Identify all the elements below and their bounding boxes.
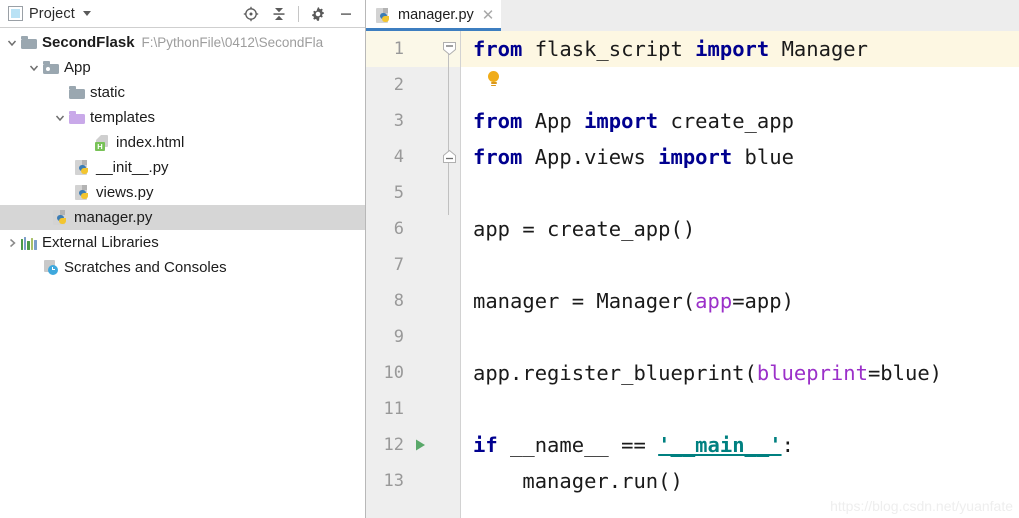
chevron-down-icon[interactable]: [52, 110, 68, 126]
watermark: https://blog.csdn.net/yuanfate: [830, 498, 1013, 514]
close-icon[interactable]: ✕: [482, 8, 495, 23]
project-tool-window: Project SecondFlask F:\PythonFile\0412\S…: [0, 0, 366, 518]
tree-item-label: index.html: [116, 134, 185, 151]
editor-tabs-bar: manager.py ✕: [366, 0, 1019, 31]
tree-row-selected[interactable]: manager.py: [0, 205, 365, 230]
tree-row[interactable]: External Libraries: [0, 230, 365, 255]
fold-marker-icon[interactable]: [442, 41, 457, 56]
locate-icon[interactable]: [238, 2, 264, 26]
line-number: 12: [383, 435, 404, 455]
code-line-13: manager.run(): [473, 469, 683, 493]
line-number: 11: [383, 399, 404, 419]
code-line-12: if __name__ == '__main__':: [473, 433, 794, 457]
tree-item-label: __init__.py: [96, 159, 169, 176]
line-number: 10: [383, 363, 404, 383]
tree-item-label: static: [90, 84, 126, 101]
chevron-right-icon[interactable]: [4, 235, 20, 251]
tree-row[interactable]: Scratches and Consoles: [0, 255, 365, 280]
code-line-8: manager = Manager(app=app): [473, 289, 794, 313]
project-icon: [8, 6, 23, 21]
tree-row[interactable]: static: [0, 80, 365, 105]
python-file-icon: [74, 159, 91, 176]
code-line-1: from flask_script import Manager: [473, 37, 868, 61]
line-number: 9: [393, 327, 404, 347]
toolbar-separator: [298, 5, 299, 22]
chevron-down-icon[interactable]: [82, 11, 91, 16]
intention-bulb-icon[interactable]: [486, 71, 501, 88]
tree-item-label: manager.py: [74, 209, 153, 226]
line-number: 2: [393, 75, 404, 95]
line-number: 13: [383, 471, 404, 491]
line-number: 3: [393, 111, 404, 131]
chevron-down-icon[interactable]: [26, 60, 42, 76]
chevron-down-icon[interactable]: [4, 35, 20, 51]
editor-area: manager.py ✕ 1 2 3 4 5 6 7 8 9 10 11 12 …: [366, 0, 1019, 518]
external-libraries-icon: [20, 235, 37, 251]
line-number: 7: [393, 255, 404, 275]
line-number: 8: [393, 291, 404, 311]
tree-item-label: App: [64, 59, 91, 76]
tree-item-label: External Libraries: [42, 234, 159, 251]
tree-item-label: templates: [90, 109, 156, 126]
run-arrow-icon[interactable]: [412, 427, 430, 463]
fold-marker-icon[interactable]: [442, 149, 457, 164]
fold-gutter[interactable]: [438, 31, 460, 518]
line-number: 5: [393, 183, 404, 203]
python-file-icon: [74, 184, 91, 201]
code-line-4: from App.views import blue: [473, 145, 794, 169]
tab-label: manager.py: [398, 7, 474, 24]
tree-item-label: SecondFlask: [42, 34, 135, 51]
project-panel-title: Project: [29, 5, 75, 22]
folder-source-root-icon: [42, 60, 59, 76]
project-panel-title-group[interactable]: Project: [8, 6, 91, 22]
tab-manager-py[interactable]: manager.py ✕: [366, 0, 502, 31]
python-file-icon: [52, 209, 69, 226]
fold-connector-line: [448, 175, 449, 215]
folder-gray-icon: [68, 85, 85, 101]
project-panel-toolbar: [238, 2, 359, 26]
folder-gray-icon: [20, 35, 37, 51]
tree-row[interactable]: H index.html: [0, 130, 365, 155]
python-file-icon: [375, 7, 392, 24]
collapse-all-icon[interactable]: [266, 2, 292, 26]
code-editor[interactable]: 1 2 3 4 5 6 7 8 9 10 11 12 13 from flask…: [366, 31, 1019, 518]
code-line-3: from App import create_app: [473, 109, 794, 133]
tree-row[interactable]: __init__.py: [0, 155, 365, 180]
project-panel-header: Project: [0, 0, 365, 28]
tree-row[interactable]: App: [0, 55, 365, 80]
line-number: 1: [393, 39, 404, 59]
scratches-icon: [42, 259, 59, 276]
tree-row[interactable]: templates: [0, 105, 365, 130]
tree-item-label: Scratches and Consoles: [64, 259, 227, 276]
code-line-6: app = create_app(): [473, 217, 696, 241]
line-number: 6: [393, 219, 404, 239]
tree-row[interactable]: views.py: [0, 180, 365, 205]
pycharm-window: Project SecondFlask F:\PythonFile\0412\S…: [0, 0, 1019, 518]
tree-item-path: F:\PythonFile\0412\SecondFla: [141, 34, 324, 50]
line-number: 4: [393, 147, 404, 167]
code-content[interactable]: from flask_script import Manager from Ap…: [461, 31, 1019, 518]
minimize-icon[interactable]: [333, 2, 359, 26]
editor-gutter[interactable]: 1 2 3 4 5 6 7 8 9 10 11 12 13: [366, 31, 461, 518]
gear-icon[interactable]: [305, 2, 331, 26]
code-line-10: app.register_blueprint(blueprint=blue): [473, 361, 943, 385]
project-tree[interactable]: SecondFlask F:\PythonFile\0412\SecondFla…: [0, 28, 365, 280]
tree-item-label: views.py: [96, 184, 154, 201]
tree-row[interactable]: SecondFlask F:\PythonFile\0412\SecondFla: [0, 30, 365, 55]
folder-template-root-icon: [68, 110, 85, 126]
html-file-icon: H: [94, 134, 111, 151]
